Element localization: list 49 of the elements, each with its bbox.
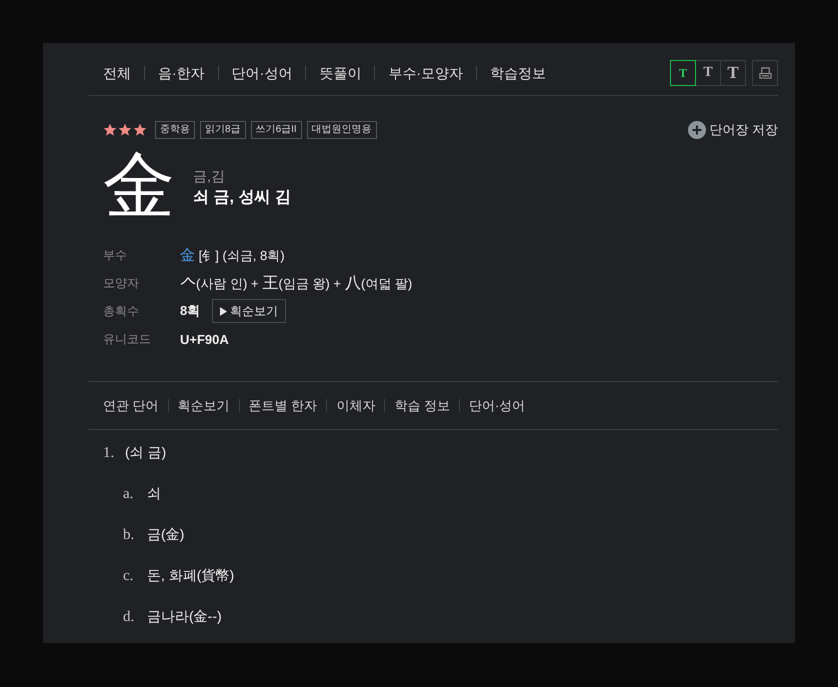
sense-text: 돈, 화폐(貨幣) bbox=[147, 567, 234, 585]
nav-tab[interactable]: 음·한자 bbox=[144, 66, 218, 80]
font-size-button[interactable]: T bbox=[670, 60, 696, 86]
star-icon bbox=[103, 123, 117, 137]
level-tag: 읽기8급 bbox=[200, 121, 246, 139]
star-icon bbox=[118, 123, 132, 137]
nav-tab[interactable]: 학습정보 bbox=[476, 66, 560, 80]
radical-value[interactable]: 金 [钅] (쇠금, 8획) bbox=[180, 246, 285, 264]
composition-value: 𠆢(사람 인) + 王(임금 왕) + 八(여덟 팔) bbox=[180, 274, 412, 294]
printer-icon bbox=[758, 66, 772, 80]
meaning-text: 쇠 금, 성씨 김 bbox=[193, 188, 291, 208]
stroke-order-button[interactable]: 획순보기 bbox=[212, 299, 286, 323]
sense-text: 금(金) bbox=[147, 526, 184, 544]
stroke-count: 8획 bbox=[180, 302, 200, 320]
nav-tab[interactable]: 뜻풀이 bbox=[305, 66, 374, 80]
level-tag: 중학용 bbox=[155, 121, 195, 139]
section-link[interactable]: 단어·성어 bbox=[458, 399, 534, 412]
unicode-value: U+F90A bbox=[180, 332, 229, 346]
hanja-character: 金 bbox=[103, 145, 176, 228]
section-link[interactable]: 폰트별 한자 bbox=[238, 399, 326, 412]
section-link[interactable]: 연관 단어 bbox=[88, 399, 168, 412]
section-link[interactable]: 학습 정보 bbox=[384, 399, 459, 412]
sense-text: 쇠 bbox=[147, 485, 161, 503]
print-button[interactable] bbox=[752, 60, 778, 86]
info-label: 부수 bbox=[103, 246, 128, 264]
nav-tab[interactable]: 전체 bbox=[89, 66, 144, 80]
info-label: 총획수 bbox=[103, 302, 140, 320]
nav-tab[interactable]: 단어·성어 bbox=[218, 66, 306, 80]
sense-marker: d. bbox=[123, 609, 136, 626]
reading-text: 금,김 bbox=[193, 167, 226, 186]
save-wordbook-button[interactable]: 단어장 저장 bbox=[688, 121, 778, 139]
definition-number: 1. bbox=[103, 445, 116, 462]
play-icon bbox=[220, 306, 228, 316]
section-link[interactable]: 획순보기 bbox=[168, 399, 239, 412]
sense-marker: c. bbox=[123, 568, 134, 585]
section-link[interactable]: 이체자 bbox=[326, 399, 384, 412]
font-size-button[interactable]: T bbox=[695, 60, 721, 86]
definition-heading: (쇠 금) bbox=[125, 444, 166, 462]
level-tag: 대법원인명용 bbox=[306, 121, 377, 139]
info-label: 모양자 bbox=[103, 274, 140, 292]
sense-marker: a. bbox=[123, 486, 134, 503]
sense-marker: b. bbox=[123, 527, 136, 544]
font-size-button[interactable]: T bbox=[720, 60, 746, 86]
info-label: 유니코드 bbox=[103, 330, 152, 348]
plus-circle-icon bbox=[688, 121, 706, 139]
sense-text: 금나라(金--) bbox=[147, 608, 222, 626]
nav-tab[interactable]: 부수·모양자 bbox=[374, 66, 476, 80]
level-tag: 쓰기6급II bbox=[250, 121, 302, 139]
star-icon bbox=[133, 123, 147, 137]
